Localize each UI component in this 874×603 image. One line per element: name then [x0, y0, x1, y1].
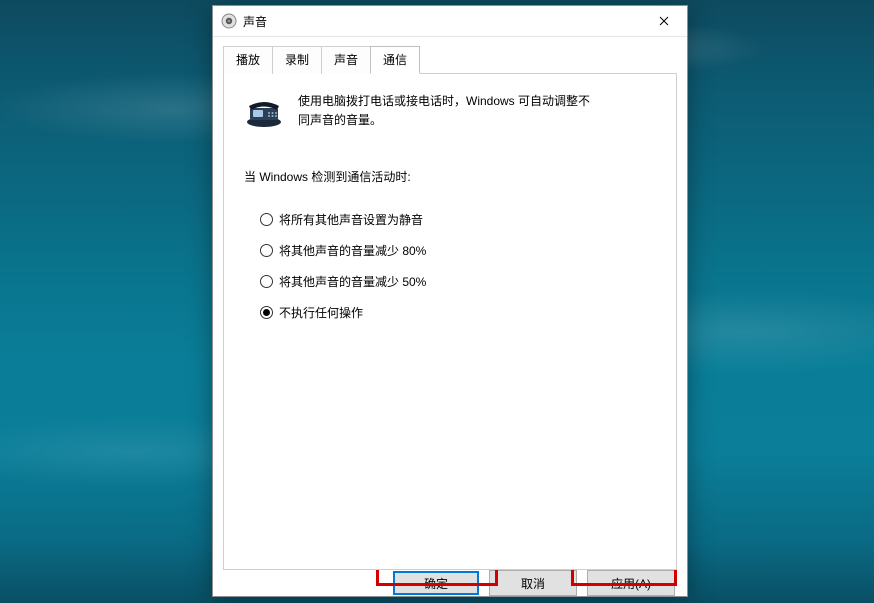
radio-icon	[260, 244, 273, 257]
tab-label: 通信	[383, 53, 407, 67]
option-reduce-80[interactable]: 将其他声音的音量减少 80%	[260, 242, 656, 259]
option-reduce-50[interactable]: 将其他声音的音量减少 50%	[260, 273, 656, 290]
tab-page-communications: 使用电脑拨打电话或接电话时，Windows 可自动调整不同声音的音量。 当 Wi…	[223, 73, 677, 570]
button-label: 确定	[424, 575, 448, 592]
phone-icon	[244, 94, 284, 128]
option-do-nothing[interactable]: 不执行任何操作	[260, 304, 656, 321]
tab-playback[interactable]: 播放	[223, 46, 273, 74]
sound-dialog: 声音 播放 录制 声音 通信	[212, 5, 688, 597]
speaker-icon	[221, 13, 237, 29]
radio-label: 不执行任何操作	[279, 304, 363, 321]
radio-label: 将其他声音的音量减少 80%	[279, 242, 426, 259]
tab-label: 播放	[236, 53, 260, 67]
button-label: 取消	[521, 575, 545, 592]
radio-icon	[260, 213, 273, 226]
tab-recording[interactable]: 录制	[272, 46, 322, 74]
ok-button[interactable]: 确定	[393, 571, 479, 595]
button-label: 应用(A)	[611, 575, 651, 592]
tab-label: 录制	[285, 53, 309, 67]
apply-button[interactable]: 应用(A)	[587, 570, 675, 596]
radio-icon	[260, 275, 273, 288]
intro-block: 使用电脑拨打电话或接电话时，Windows 可自动调整不同声音的音量。	[244, 92, 656, 130]
tabstrip: 播放 录制 声音 通信	[223, 45, 677, 73]
window-title: 声音	[243, 13, 267, 30]
radio-label: 将其他声音的音量减少 50%	[279, 273, 426, 290]
tab-sounds[interactable]: 声音	[321, 46, 371, 74]
desktop-background: 声音 播放 录制 声音 通信	[0, 0, 874, 603]
tab-label: 声音	[334, 53, 358, 67]
tab-communications[interactable]: 通信	[370, 46, 420, 74]
intro-text: 使用电脑拨打电话或接电话时，Windows 可自动调整不同声音的音量。	[298, 92, 598, 130]
cancel-button[interactable]: 取消	[489, 570, 577, 596]
titlebar: 声音	[213, 6, 687, 37]
radio-label: 将所有其他声音设置为静音	[279, 211, 423, 228]
option-mute-all[interactable]: 将所有其他声音设置为静音	[260, 211, 656, 228]
dialog-client-area: 播放 录制 声音 通信	[213, 37, 687, 570]
dialog-footer: 确定 取消 应用(A)	[213, 570, 687, 600]
close-button[interactable]	[641, 6, 687, 36]
radio-group: 将所有其他声音设置为静音 将其他声音的音量减少 80% 将其他声音的音量减少 5…	[260, 211, 656, 321]
section-label: 当 Windows 检测到通信活动时:	[244, 168, 656, 185]
radio-icon	[260, 306, 273, 319]
